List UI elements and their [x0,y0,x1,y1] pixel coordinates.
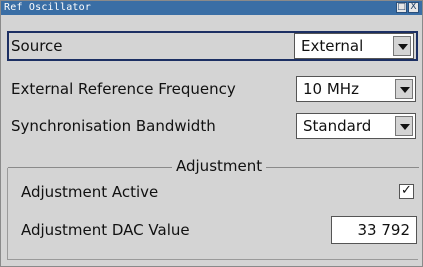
chevron-down-icon[interactable] [395,79,413,99]
bottom-divider [7,259,418,260]
sync-bandwidth-select[interactable]: Standard [296,113,416,139]
adjustment-dac-input[interactable]: 33 792 [331,216,417,244]
close-icon[interactable]: X [408,2,419,13]
source-select[interactable]: External [294,33,414,59]
chevron-down-icon[interactable] [395,116,413,136]
sync-bandwidth-label: Synchronisation Bandwidth [11,117,216,135]
source-row: Source External [7,31,418,61]
source-value: External [301,37,364,55]
source-label: Source [11,37,63,55]
chevron-down-icon[interactable] [393,36,411,56]
maximize-icon[interactable]: □ [396,2,407,13]
external-frequency-select[interactable]: 10 MHz [296,76,416,102]
adjustment-active-label: Adjustment Active [21,183,159,201]
adjustment-active-checkbox[interactable]: ✓ [399,184,414,199]
title-bar[interactable]: Ref Oscillator □ X [1,1,422,15]
checkmark-icon: ✓ [401,183,412,198]
external-frequency-label: External Reference Frequency [11,80,236,98]
sync-bandwidth-value: Standard [303,117,372,135]
adjustment-legend: Adjustment [172,156,267,176]
adjustment-dac-label: Adjustment DAC Value [21,221,190,239]
window-controls: □ X [396,2,419,14]
external-frequency-value: 10 MHz [303,80,359,98]
window-title: Ref Oscillator [4,2,92,13]
ref-oscillator-dialog: Ref Oscillator □ X Source External Exter… [0,0,423,267]
external-frequency-row: External Reference Frequency 10 MHz [9,74,418,104]
sync-bandwidth-row: Synchronisation Bandwidth Standard [9,111,418,141]
